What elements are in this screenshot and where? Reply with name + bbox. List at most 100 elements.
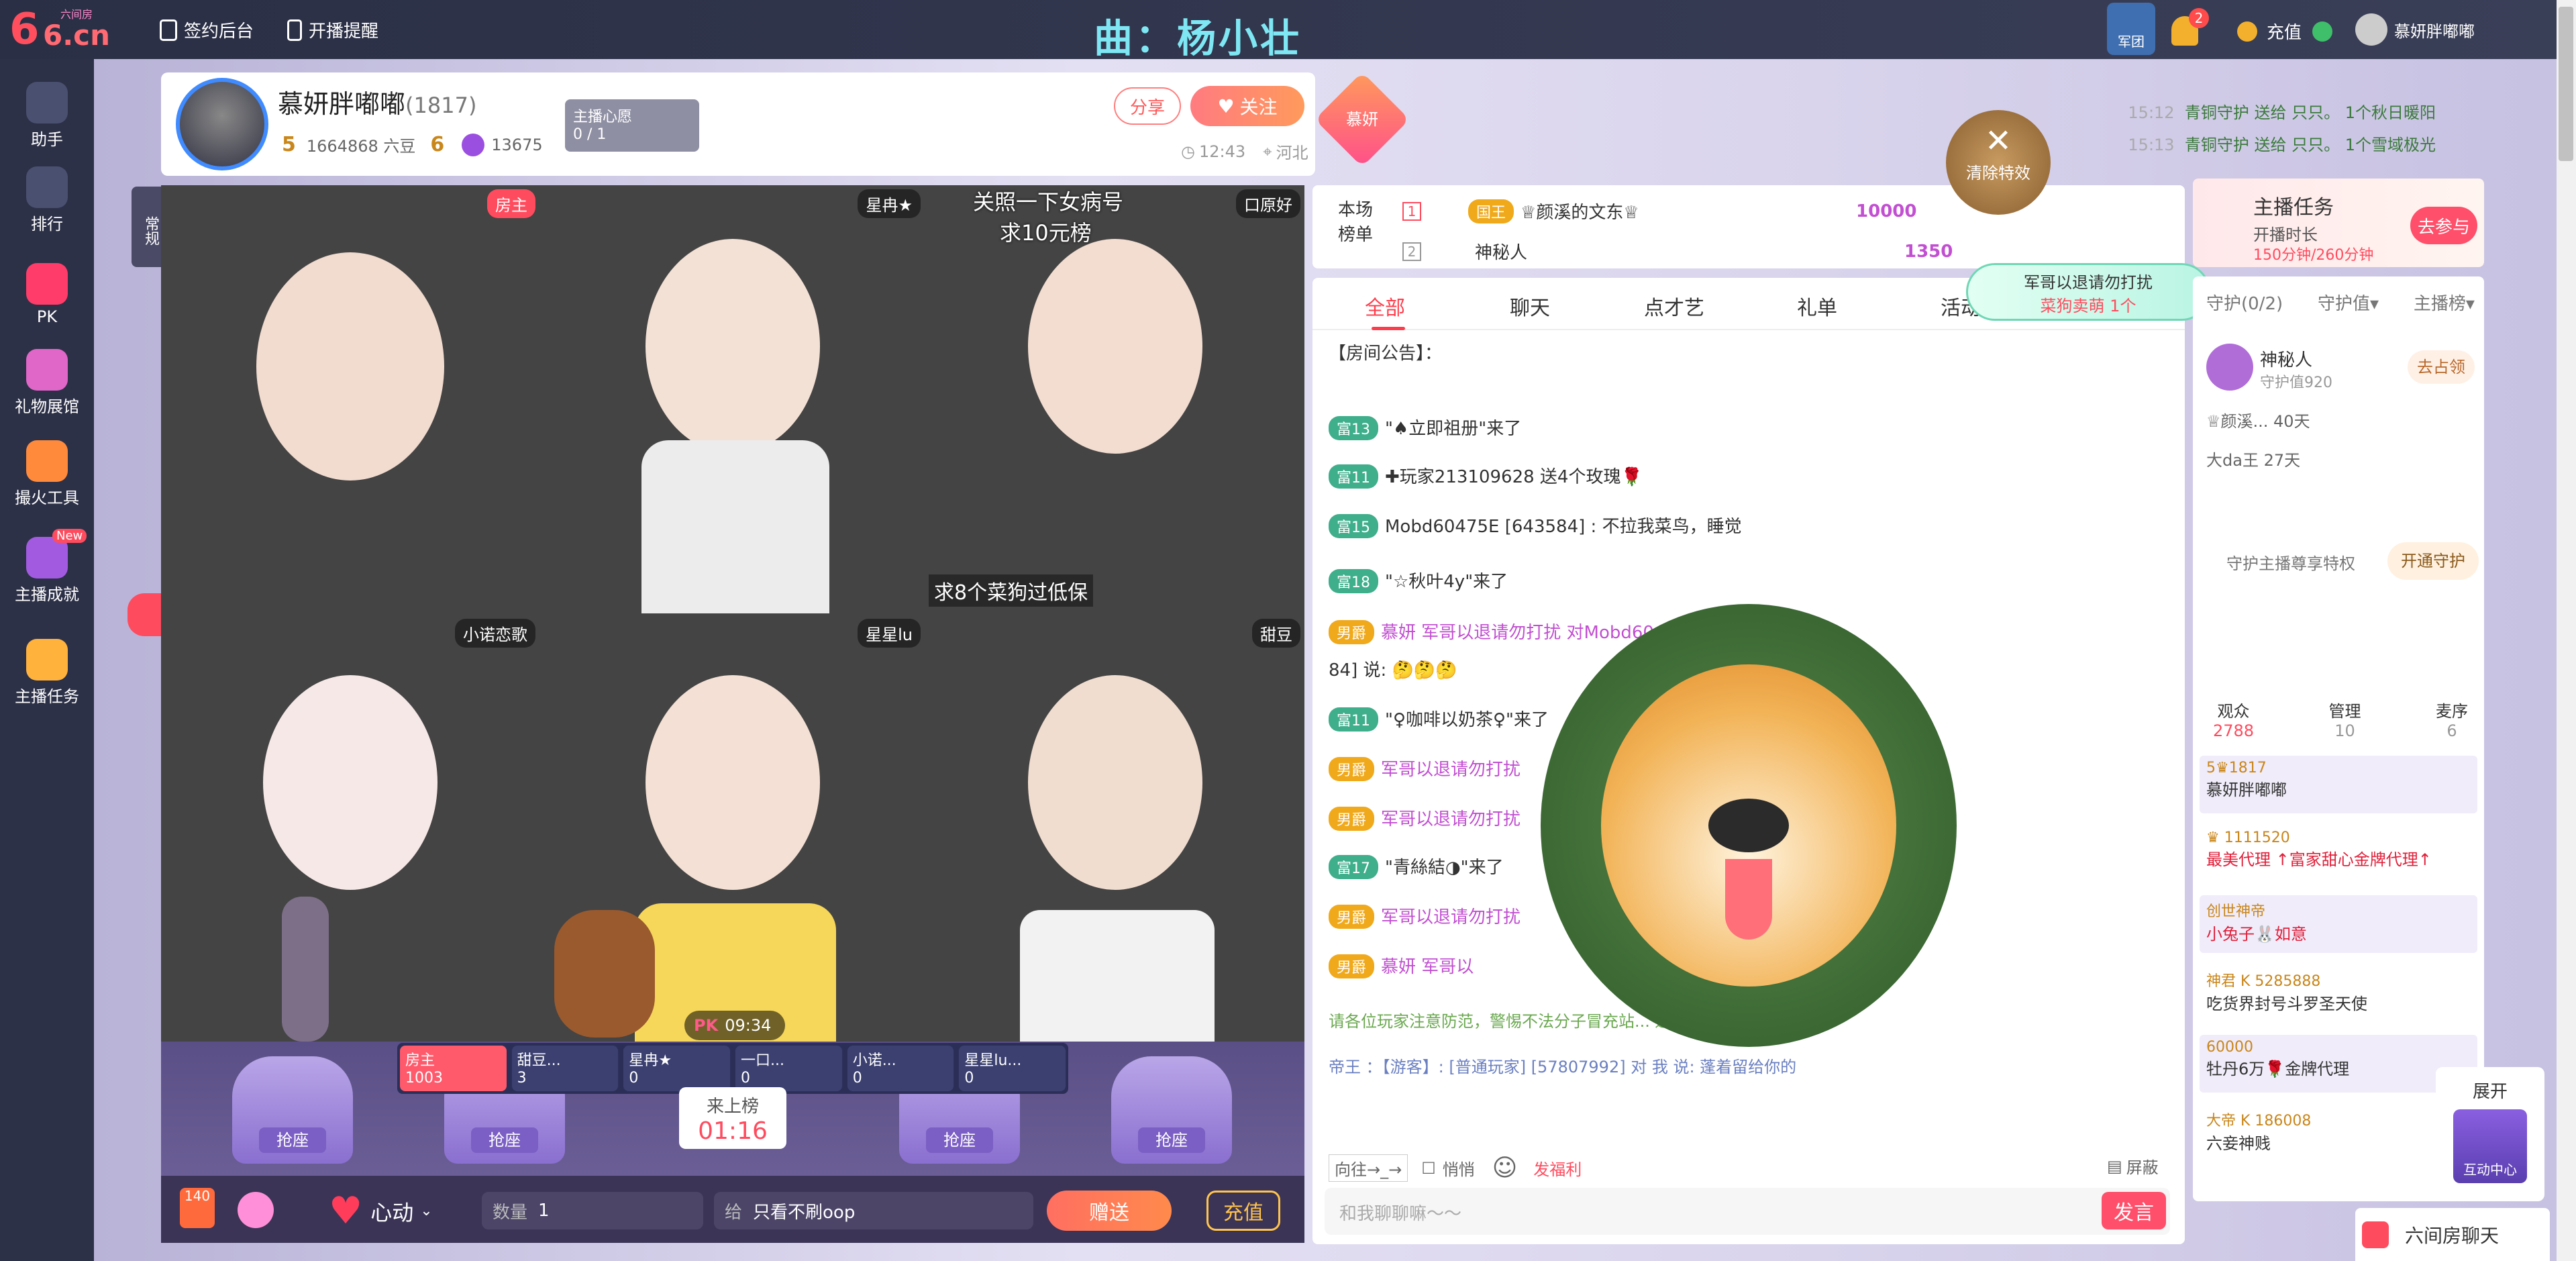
tab-guard-value[interactable]: 守护值▾ bbox=[2318, 290, 2379, 315]
room-chat-tab[interactable]: 六间房聊天 bbox=[2355, 1208, 2550, 1261]
anchor-wish-box[interactable]: 主播心愿 0 / 1 bbox=[565, 99, 699, 152]
rail-item[interactable]: 排行 bbox=[0, 166, 94, 234]
board-time: 01:16 bbox=[698, 1117, 768, 1145]
rail-item[interactable]: PK bbox=[0, 263, 94, 326]
sign-backend-link[interactable]: 签约后台 bbox=[160, 17, 254, 42]
seat[interactable]: 抢座 bbox=[1111, 1056, 1232, 1164]
video-cell[interactable]: 星星lu bbox=[541, 615, 925, 1042]
rail-item-label: 礼物展馆 bbox=[15, 397, 79, 416]
video-cell[interactable]: 甜豆 bbox=[926, 615, 1304, 1042]
top-bar: 6 6.cn 六间房 签约后台 开播提醒 曲：杨小壮 军团 2 充值 慕妍胖嘟嘟 bbox=[0, 0, 2576, 61]
rail-item[interactable]: 撮火工具 bbox=[0, 440, 94, 508]
video-cell[interactable]: 房主 bbox=[161, 185, 539, 613]
message-text: "青絲結◑"来了 bbox=[1385, 858, 1504, 878]
pk-player[interactable]: 甜豆... 3 bbox=[511, 1046, 619, 1091]
user-menu[interactable]: 慕妍胖嘟嘟 bbox=[2355, 13, 2475, 46]
rail-item[interactable]: 主播任务 bbox=[0, 639, 94, 707]
video-cell[interactable]: 小诺恋歌 bbox=[161, 615, 539, 1042]
mode-toggle[interactable]: 常规 bbox=[132, 187, 161, 267]
follow-button[interactable]: ♥ 关注 bbox=[1190, 86, 1304, 126]
recharge-link[interactable]: 充值 bbox=[2237, 19, 2333, 44]
recharge-button[interactable]: 充值 bbox=[1206, 1191, 1280, 1231]
audience-name: 最美代理 ↑富家甜心金牌代理↑ bbox=[2206, 850, 2432, 869]
join-task-button[interactable]: 去参与 bbox=[2410, 207, 2477, 244]
tab-gifts[interactable]: 礼单 bbox=[1797, 291, 1837, 321]
grab-seat-button[interactable]: 抢座 bbox=[471, 1127, 538, 1153]
shield-toggle[interactable]: ▤ 屏蔽 bbox=[2107, 1154, 2159, 1178]
clear-effects-button[interactable]: ✕ 清除特效 bbox=[1946, 110, 2051, 215]
location-icon: ⌖ bbox=[1263, 142, 1272, 161]
guard-row[interactable]: 大da王 27天 bbox=[2206, 447, 2300, 470]
target-select[interactable]: 向往→_→ bbox=[1329, 1154, 1408, 1182]
promo-line: 菜狗卖萌 1个 bbox=[2040, 297, 2136, 315]
tab-mic-queue[interactable]: 麦序 6 bbox=[2436, 698, 2468, 740]
share-button[interactable]: 分享 bbox=[1114, 87, 1181, 125]
seat[interactable]: 抢座 bbox=[232, 1056, 353, 1164]
pk-player[interactable]: 星星lu... 0 bbox=[959, 1046, 1066, 1091]
scrollbar-thumb[interactable] bbox=[2559, 7, 2573, 161]
guard-row[interactable]: ♕颜溪... 40天 bbox=[2206, 408, 2310, 432]
tab-admin[interactable]: 管理 10 bbox=[2329, 698, 2361, 740]
anchor-avatar[interactable] bbox=[176, 78, 268, 170]
tab-anchor-rank[interactable]: 主播榜▾ bbox=[2414, 290, 2475, 315]
streamer-face bbox=[646, 239, 820, 454]
occupy-button[interactable]: 去占领 bbox=[2408, 350, 2475, 384]
send-message-button[interactable]: 发言 bbox=[2102, 1192, 2166, 1229]
chat-input[interactable]: 和我聊聊嘛～～ bbox=[1325, 1188, 2170, 1235]
video-cell[interactable]: 关照一下女病号 求10元榜 求8个菜狗过低保 口原好 bbox=[926, 185, 1304, 613]
audience-item[interactable]: 神君 K 5285888 吃货界封号斗罗圣天使 bbox=[2200, 965, 2477, 1023]
rail-item[interactable]: 礼物展馆 bbox=[0, 349, 94, 417]
pk-player[interactable]: 房主 1003 bbox=[400, 1046, 507, 1091]
video-cell[interactable]: 星冉★ bbox=[541, 185, 925, 613]
recipient-select[interactable]: 给 只看不刷oop bbox=[714, 1192, 1033, 1229]
recharge-label: 充值 bbox=[2267, 23, 2302, 43]
selected-gift[interactable]: ♥ 心动 ⌄ bbox=[329, 1189, 433, 1233]
grab-seat-button[interactable]: 抢座 bbox=[926, 1127, 993, 1153]
level-badge: 富15 bbox=[1329, 514, 1378, 538]
tab-all[interactable]: 全部 bbox=[1365, 291, 1405, 330]
grid-layout-icon[interactable] bbox=[127, 593, 161, 636]
pk-player[interactable]: 小诺... 0 bbox=[847, 1046, 954, 1091]
redpack-label[interactable]: 发福利 bbox=[1533, 1156, 1582, 1180]
tab-talent[interactable]: 点才艺 bbox=[1644, 291, 1704, 321]
pk-player[interactable]: 星冉★ 0 bbox=[623, 1046, 731, 1091]
audience-item[interactable]: ♛ 1111520 最美代理 ↑富家甜心金牌代理↑ bbox=[2200, 825, 2477, 883]
audience-level: 5♛1817 bbox=[2206, 760, 2267, 776]
fan-badge[interactable]: 慕妍 bbox=[1315, 72, 1410, 167]
cell-tag: 星冉★ bbox=[858, 189, 921, 218]
quantity-field[interactable]: 数量 1 bbox=[482, 1192, 703, 1229]
guard-name: 神秘人 bbox=[2260, 350, 2313, 370]
rank-row[interactable]: 2 神秘人 1350 bbox=[1402, 239, 2073, 264]
rank-title[interactable]: 本场 榜单 bbox=[1338, 196, 1373, 246]
rail-item[interactable]: 主播成就 New bbox=[0, 529, 94, 605]
message-text: "♀咖啡以奶茶♀"来了 bbox=[1385, 710, 1549, 730]
pk-player[interactable]: 一口... 0 bbox=[735, 1046, 842, 1091]
rail-item[interactable]: 助手 bbox=[0, 82, 94, 150]
audience-item[interactable]: 5♛1817 慕妍胖嘟嘟 bbox=[2200, 756, 2477, 813]
shield-label: 屏蔽 bbox=[2126, 1158, 2159, 1177]
send-gift-button[interactable]: 赠送 bbox=[1047, 1191, 1172, 1231]
pk-player-name: 甜豆... bbox=[517, 1052, 561, 1069]
interaction-center-button[interactable]: 互动中心 bbox=[2453, 1109, 2527, 1183]
chat-message: 男爵 军哥以退请勿打扰 bbox=[1329, 903, 1521, 929]
site-logo[interactable]: 6 6.cn 六间房 bbox=[9, 5, 110, 54]
magic-wand-icon[interactable] bbox=[238, 1192, 274, 1228]
live-reminder-link[interactable]: 开播提醒 bbox=[287, 17, 378, 42]
audience-level: 神君 K 5285888 bbox=[2206, 973, 2321, 990]
pk-player-name: 房主 bbox=[405, 1052, 435, 1069]
open-guard-button[interactable]: 开通守护 bbox=[2387, 542, 2479, 580]
tab-chat[interactable]: 聊天 bbox=[1510, 291, 1550, 321]
rail-item-label: 助手 bbox=[31, 130, 63, 149]
rank-badge: 国王 bbox=[1468, 199, 1514, 223]
grab-seat-button[interactable]: 抢座 bbox=[259, 1127, 326, 1153]
emoji-icon[interactable]: ☺ bbox=[1492, 1154, 1518, 1182]
tab-guard[interactable]: 守护(0/2) bbox=[2206, 290, 2283, 315]
whisper-checkbox[interactable]: ☐ bbox=[1421, 1159, 1436, 1178]
tab-audience[interactable]: 观众 2788 bbox=[2213, 698, 2254, 740]
expand-panel[interactable]: 展开 互动中心 bbox=[2436, 1067, 2544, 1201]
gift-box-icon[interactable]: 140 bbox=[180, 1188, 215, 1228]
audience-item[interactable]: 创世神帝 小兔子🐰如意 bbox=[2200, 895, 2477, 953]
page-scrollbar[interactable] bbox=[2557, 0, 2576, 1261]
army-button[interactable]: 军团 bbox=[2107, 3, 2155, 55]
grab-seat-button[interactable]: 抢座 bbox=[1138, 1127, 1205, 1153]
